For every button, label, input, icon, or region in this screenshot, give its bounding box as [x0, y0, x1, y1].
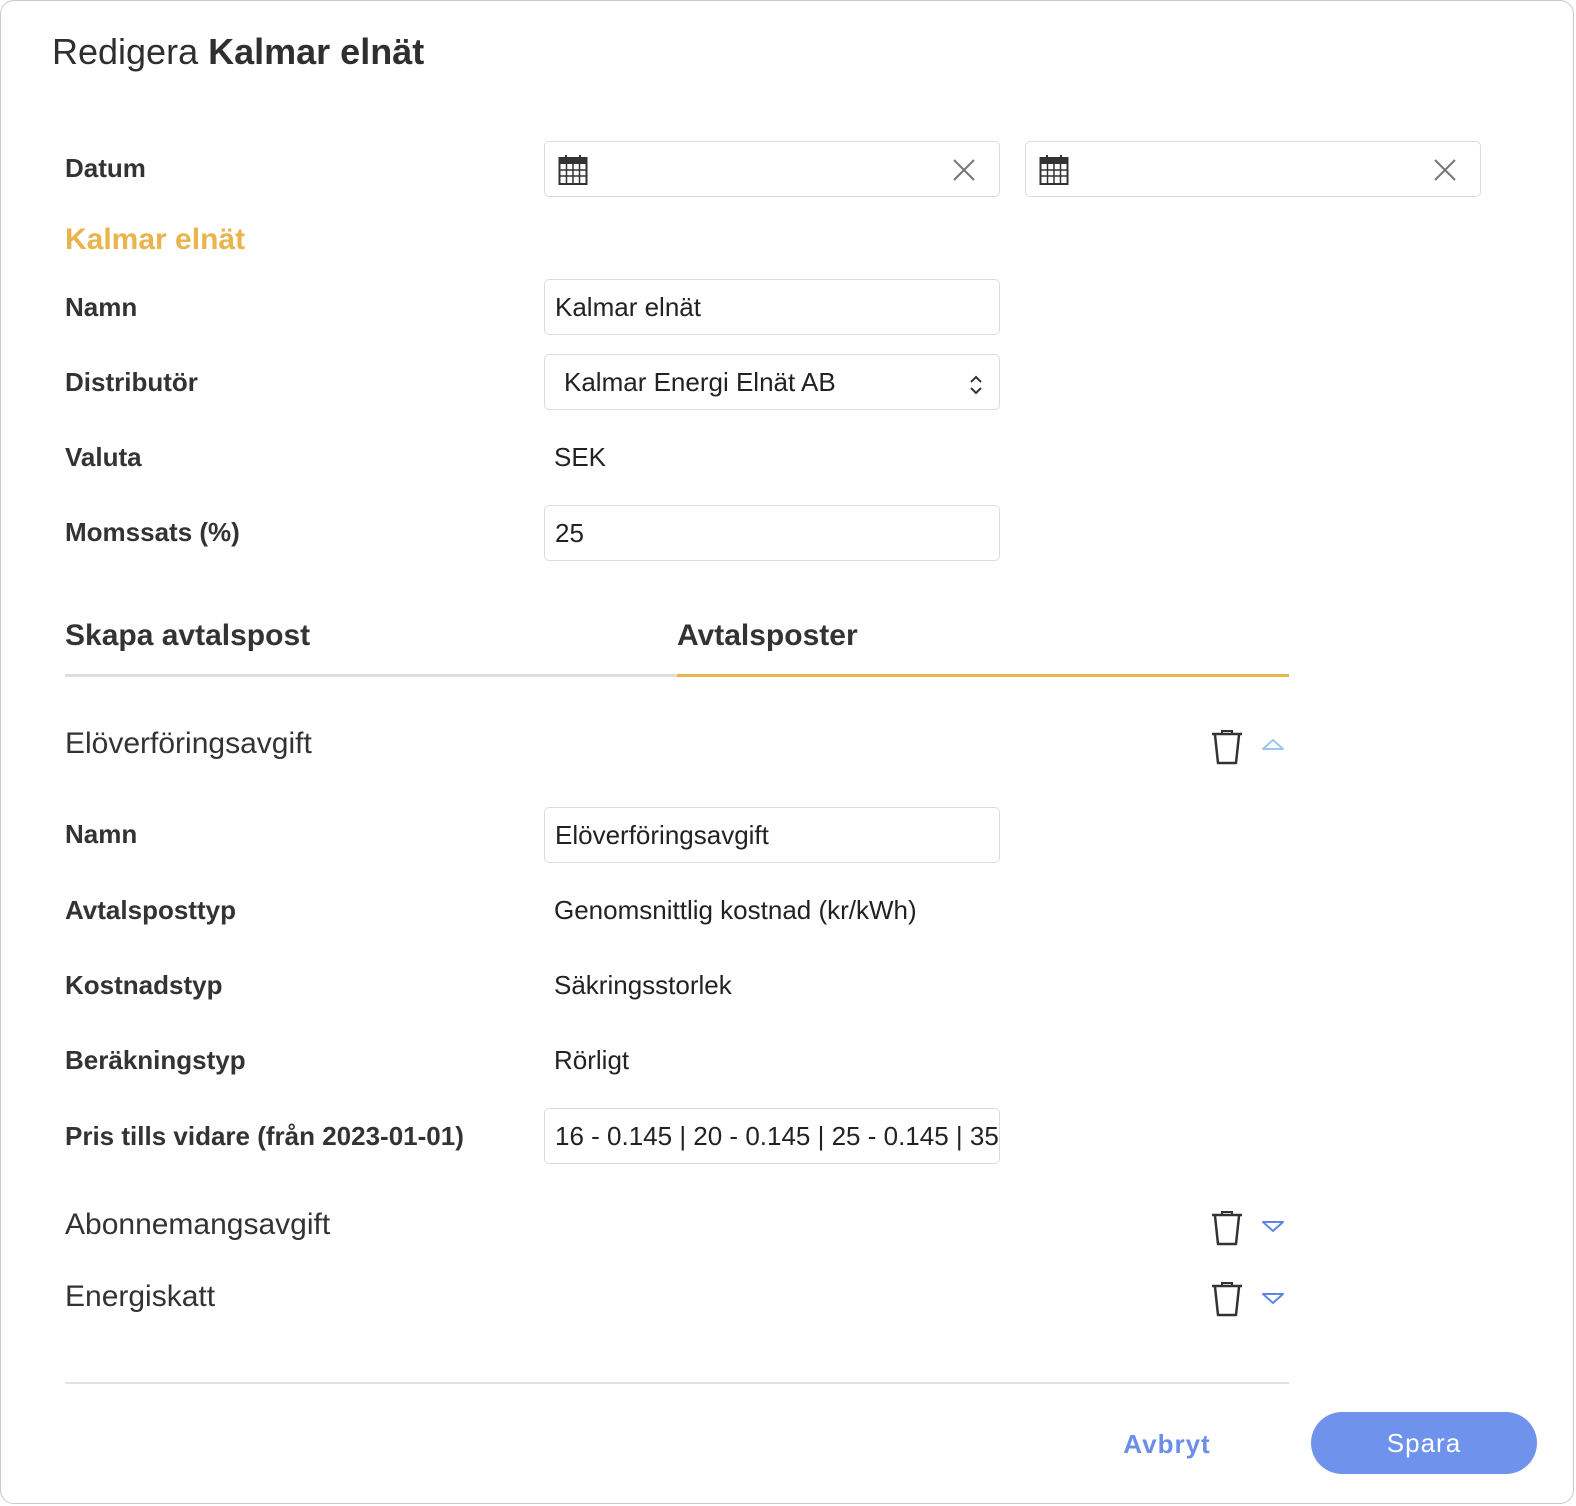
- currency-value: SEK: [554, 442, 607, 472]
- trash-icon[interactable]: [1211, 729, 1243, 770]
- clear-icon[interactable]: [953, 159, 975, 186]
- calendar-icon: [1039, 154, 1069, 191]
- calc-type-label: Beräkningstyp: [65, 1045, 246, 1075]
- date-label: Datum: [65, 153, 146, 183]
- trash-icon[interactable]: [1211, 1281, 1243, 1322]
- tab-create-entry[interactable]: Skapa avtalspost: [65, 619, 310, 653]
- entry-title[interactable]: Elöverföringsavgift: [65, 727, 312, 761]
- calc-type-value: Rörligt: [554, 1045, 630, 1075]
- cancel-button[interactable]: Avbryt: [1111, 1415, 1223, 1473]
- currency-label: Valuta: [65, 442, 142, 472]
- dialog-title-name: Kalmar elnät: [208, 31, 425, 72]
- price-label: Pris tills vidare (från 2023-01-01): [65, 1121, 464, 1151]
- entry-name-input[interactable]: Elöverföringsavgift: [544, 807, 1000, 863]
- entry-type-value: Genomsnittlig kostnad (kr/kWh): [554, 895, 917, 925]
- name-input[interactable]: Kalmar elnät: [544, 279, 1000, 335]
- start-date-picker[interactable]: [544, 141, 1000, 197]
- chevron-up-icon[interactable]: [1261, 737, 1285, 756]
- dialog-title: Redigera Kalmar elnät: [52, 31, 424, 73]
- price-input[interactable]: 16 - 0.145 | 20 - 0.145 | 25 - 0.145 | 3…: [544, 1108, 1000, 1164]
- section-title: Kalmar elnät: [65, 223, 246, 256]
- chevron-down-icon[interactable]: [1261, 1220, 1285, 1239]
- distributor-label: Distributör: [65, 367, 198, 397]
- dialog-title-prefix: Redigera: [52, 31, 199, 72]
- chevron-down-icon[interactable]: [1261, 1292, 1285, 1311]
- end-date-picker[interactable]: [1025, 141, 1481, 197]
- distributor-value: Kalmar Energi Elnät AB: [564, 366, 836, 397]
- tab-entries[interactable]: Avtalsposter: [677, 619, 858, 653]
- edit-dialog: Redigera Kalmar elnät Datum Kalmar elnät…: [0, 0, 1574, 1504]
- save-button[interactable]: Spara: [1311, 1412, 1537, 1474]
- vat-input[interactable]: 25: [544, 505, 1000, 561]
- calendar-icon: [558, 154, 588, 191]
- entry-title[interactable]: Energiskatt: [65, 1280, 215, 1314]
- vat-label: Momssats (%): [65, 517, 240, 547]
- entry-name-label: Namn: [65, 819, 138, 849]
- clear-icon[interactable]: [1434, 159, 1456, 186]
- entry-title[interactable]: Abonnemangsavgift: [65, 1208, 330, 1242]
- cost-type-label: Kostnadstyp: [65, 970, 223, 1000]
- select-caret-icon: [969, 372, 983, 403]
- trash-icon[interactable]: [1211, 1210, 1243, 1251]
- distributor-select[interactable]: Kalmar Energi Elnät AB: [544, 354, 1000, 410]
- tab-bar: Skapa avtalspost Avtalsposter: [65, 611, 1289, 677]
- footer-divider: [65, 1382, 1289, 1384]
- name-label: Namn: [65, 292, 138, 322]
- cost-type-value: Säkringsstorlek: [554, 970, 732, 1000]
- entry-type-label: Avtalsposttyp: [65, 895, 236, 925]
- tab-active-indicator: [677, 674, 1289, 677]
